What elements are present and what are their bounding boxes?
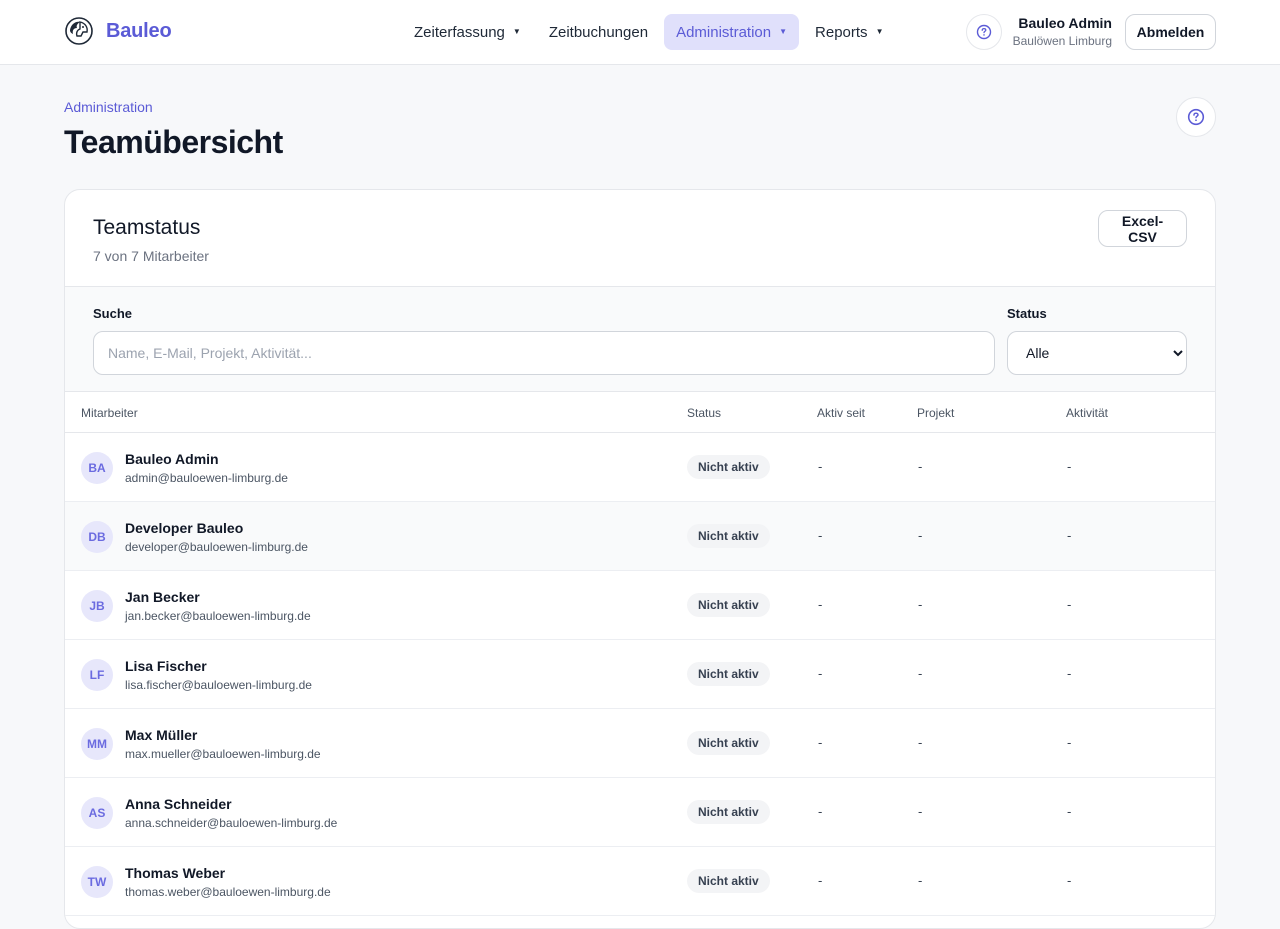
nav-label: Zeitbuchungen [548, 23, 649, 41]
table-header: Mitarbeiter Status Aktiv seit Projekt Ak… [65, 392, 1215, 433]
avatar: TW [81, 866, 113, 898]
caret-down-icon: ▼ [512, 27, 521, 36]
project: - [918, 735, 923, 750]
status-select[interactable]: Alle [1007, 331, 1187, 375]
avatar: MM [81, 728, 113, 760]
col-status: Status [687, 406, 722, 420]
employee-name: Jan Becker [125, 589, 200, 605]
nav-label: Reports [815, 23, 868, 41]
logout-button[interactable]: Abmelden [1125, 14, 1216, 50]
brand[interactable]: Bauleo [64, 16, 172, 46]
employee-email: jan.becker@bauloewen-limburg.de [125, 609, 311, 623]
avatar: LF [81, 659, 113, 691]
col-aktiv-seit: Aktiv seit [817, 406, 866, 420]
table-row[interactable]: DB Developer Bauleo developer@bauloewen-… [65, 502, 1215, 571]
employee-name: Developer Bauleo [125, 520, 244, 536]
search-input[interactable] [93, 331, 995, 375]
status-badge: Nicht aktiv [687, 524, 770, 548]
activity: - [1067, 666, 1072, 681]
user-name: Bauleo Admin [1018, 15, 1112, 31]
activity: - [1067, 735, 1072, 750]
card-title: Teamstatus [93, 216, 201, 239]
employee-email: thomas.weber@bauloewen-limburg.de [125, 885, 331, 899]
nav-label: Administration [676, 23, 772, 41]
employee-email: anna.schneider@bauloewen-limburg.de [125, 816, 338, 830]
page-title: Teamübersicht [64, 124, 283, 160]
employee-email: developer@bauloewen-limburg.de [125, 540, 308, 554]
employee-name: Anna Schneider [125, 796, 232, 812]
active-since: - [818, 597, 823, 612]
activity: - [1067, 528, 1072, 543]
nav-label: Zeiterfassung [414, 23, 505, 41]
employee-email: admin@bauloewen-limburg.de [125, 471, 288, 485]
col-mitarbeiter: Mitarbeiter [81, 406, 138, 420]
activity: - [1067, 459, 1072, 474]
nav-administration[interactable]: Administration ▼ [664, 14, 800, 50]
main-nav: Zeiterfassung ▼ Zeitbuchungen Administra… [402, 14, 899, 50]
search-label: Suche [93, 306, 133, 321]
active-since: - [818, 873, 823, 888]
caret-down-icon: ▼ [875, 27, 884, 36]
employee-count: 7 von 7 Mitarbeiter [93, 248, 209, 264]
activity: - [1067, 597, 1072, 612]
employee-email: lisa.fischer@bauloewen-limburg.de [125, 678, 312, 692]
active-since: - [818, 735, 823, 750]
employee-name: Bauleo Admin [125, 451, 219, 467]
project: - [918, 459, 923, 474]
active-since: - [818, 804, 823, 819]
status-badge: Nicht aktiv [687, 731, 770, 755]
lion-logo-icon [65, 17, 93, 45]
employee-name: Max Müller [125, 727, 198, 743]
question-circle-icon [976, 24, 992, 40]
avatar: BA [81, 452, 113, 484]
active-since: - [818, 459, 823, 474]
user-info: Bauleo Admin Baulöwen Limburg [1013, 15, 1112, 48]
page-help-button[interactable] [1176, 97, 1216, 137]
activity: - [1067, 804, 1072, 819]
user-org: Baulöwen Limburg [1012, 34, 1112, 48]
filter-bar: Suche Status Alle [65, 287, 1215, 392]
card-header: Teamstatus 7 von 7 Mitarbeiter Excel-CSV [65, 190, 1215, 287]
nav-zeitbuchungen[interactable]: Zeitbuchungen [537, 14, 660, 50]
status-badge: Nicht aktiv [687, 593, 770, 617]
status-badge: Nicht aktiv [687, 455, 770, 479]
avatar: JB [81, 590, 113, 622]
employee-name: Lisa Fischer [125, 658, 207, 674]
help-button[interactable] [966, 14, 1002, 50]
question-circle-icon [1187, 108, 1205, 126]
top-navbar: Bauleo Zeiterfassung ▼ Zeitbuchungen Adm… [0, 0, 1280, 65]
employee-name: Thomas Weber [125, 865, 226, 881]
active-since: - [818, 528, 823, 543]
activity: - [1067, 873, 1072, 888]
project: - [918, 873, 923, 888]
breadcrumb[interactable]: Administration [64, 99, 153, 115]
table-row[interactable]: LF Lisa Fischer lisa.fischer@bauloewen-l… [65, 640, 1215, 709]
table-row[interactable]: TW Thomas Weber thomas.weber@bauloewen-l… [65, 847, 1215, 916]
active-since: - [818, 666, 823, 681]
export-csv-button[interactable]: Excel-CSV [1098, 210, 1187, 247]
table-row[interactable]: BA Bauleo Admin admin@bauloewen-limburg.… [65, 433, 1215, 502]
col-projekt: Projekt [917, 406, 955, 420]
avatar: AS [81, 797, 113, 829]
brand-name: Bauleo [106, 19, 172, 42]
project: - [918, 597, 923, 612]
table-row[interactable]: JB Jan Becker jan.becker@bauloewen-limbu… [65, 571, 1215, 640]
table-row[interactable]: MM Max Müller max.mueller@bauloewen-limb… [65, 709, 1215, 778]
nav-zeiterfassung[interactable]: Zeiterfassung ▼ [402, 14, 533, 50]
status-badge: Nicht aktiv [687, 662, 770, 686]
caret-down-icon: ▼ [779, 27, 788, 36]
table-row[interactable]: AS Anna Schneider anna.schneider@bauloew… [65, 778, 1215, 847]
col-aktivitaet: Aktivität [1066, 406, 1109, 420]
project: - [918, 528, 923, 543]
team-status-card: Teamstatus 7 von 7 Mitarbeiter Excel-CSV… [64, 189, 1216, 929]
employee-email: max.mueller@bauloewen-limburg.de [125, 747, 321, 761]
status-label: Status [1007, 306, 1047, 321]
project: - [918, 666, 923, 681]
status-badge: Nicht aktiv [687, 800, 770, 824]
avatar: DB [81, 521, 113, 553]
nav-reports[interactable]: Reports ▼ [803, 14, 895, 50]
status-badge: Nicht aktiv [687, 869, 770, 893]
project: - [918, 804, 923, 819]
